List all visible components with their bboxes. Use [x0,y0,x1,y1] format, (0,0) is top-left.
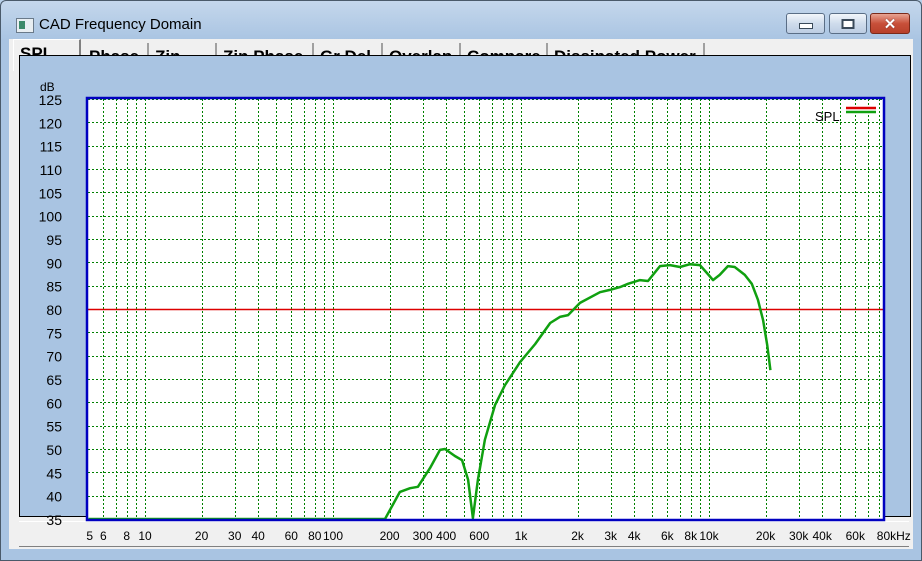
title-bar[interactable]: CAD Frequency Domain ✕ [1,1,921,39]
maximize-icon [841,18,855,29]
close-button[interactable]: ✕ [870,13,910,34]
minimize-button[interactable] [786,13,825,34]
close-icon: ✕ [883,15,897,33]
tab-panel [13,47,913,547]
horizontal-scrollbar[interactable] [19,521,909,547]
maximize-button[interactable] [829,13,867,34]
chart-container [19,55,911,517]
client-area: SPL Phase Zin Zin Phase Gr Del Overlap C… [9,39,913,549]
window: CAD Frequency Domain ✕ SPL Phase Zin Zin… [0,0,922,561]
window-title: CAD Frequency Domain [39,16,202,33]
app-icon [16,18,34,33]
minimize-icon [798,22,813,29]
